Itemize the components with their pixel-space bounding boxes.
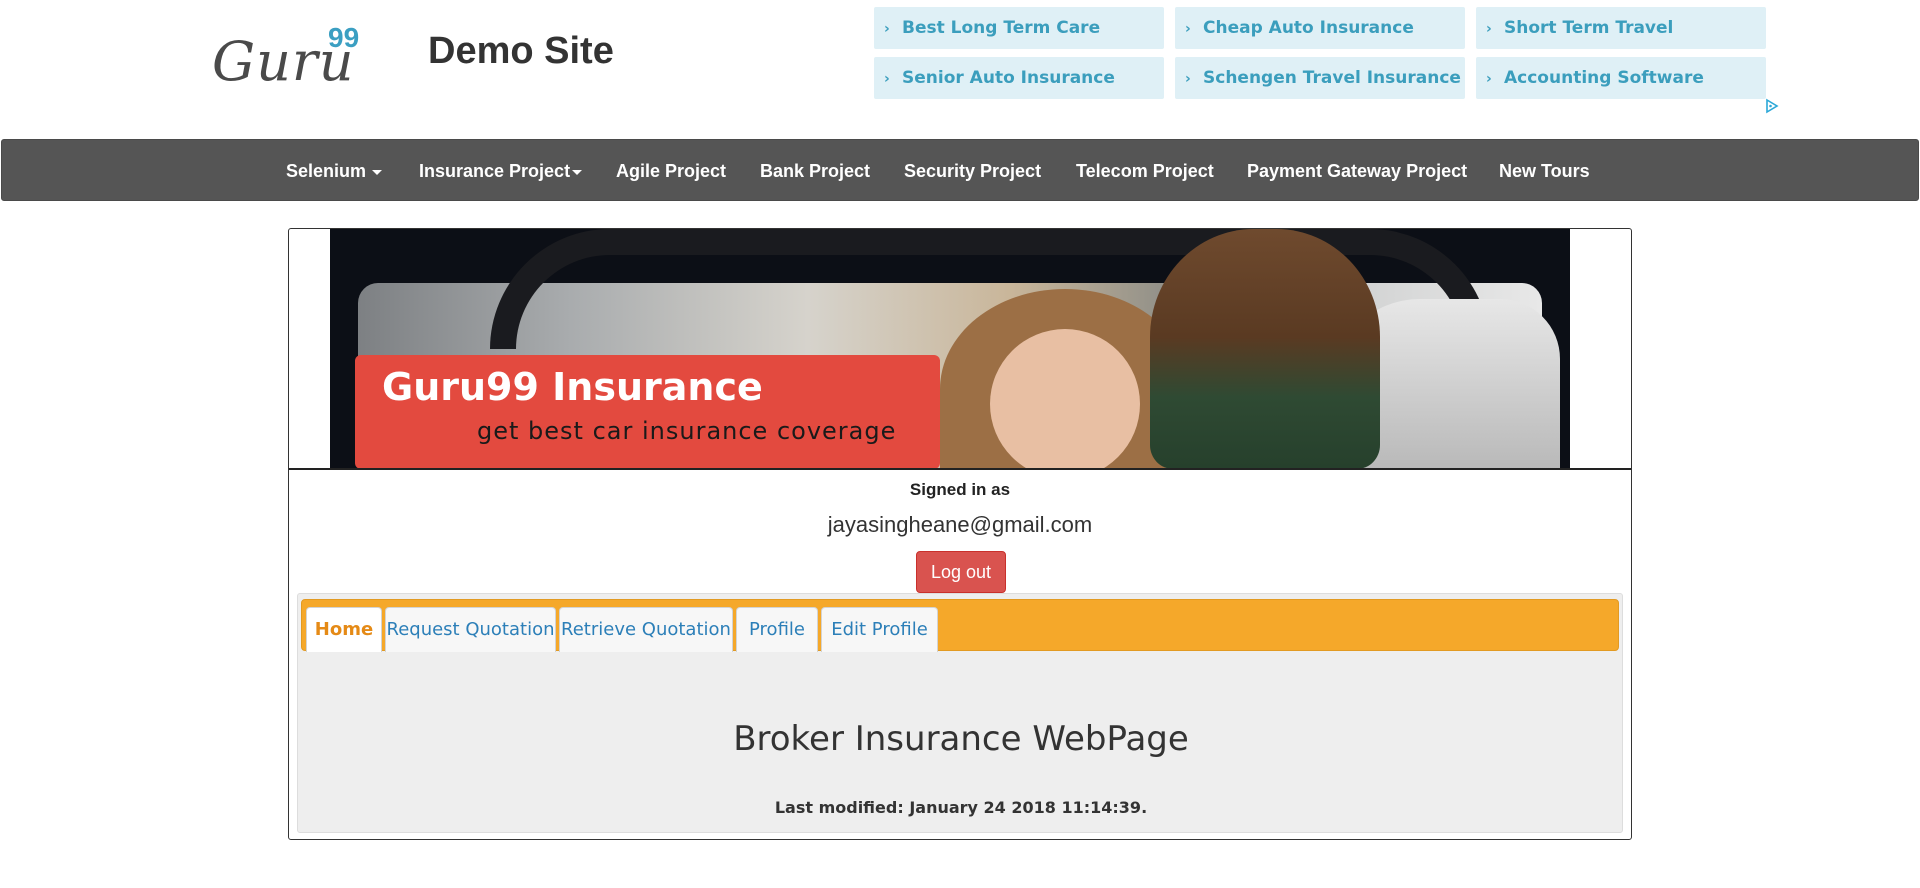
site-title: Demo Site: [428, 30, 614, 72]
ad-link[interactable]: › Short Term Travel: [1476, 7, 1766, 49]
woman-face: [990, 329, 1140, 469]
guru99-logo[interactable]: Guru 99: [212, 22, 362, 93]
ad-link[interactable]: › Schengen Travel Insurance: [1175, 57, 1465, 99]
banner-title: Guru99 Insurance: [382, 365, 763, 409]
logout-button[interactable]: Log out: [916, 551, 1006, 593]
tabs-panel: Home Request Quotation Retrieve Quotatio…: [297, 593, 1623, 833]
site-header: Guru 99 Demo Site › Best Long Term Care ›…: [0, 0, 1920, 138]
ad-link[interactable]: › Cheap Auto Insurance: [1175, 7, 1465, 49]
ad-link[interactable]: › Best Long Term Care: [874, 7, 1164, 49]
chevron-right-icon: ›: [1486, 71, 1492, 87]
nav-item-selenium[interactable]: Selenium: [286, 140, 383, 202]
main-navbar: Selenium Insurance Project Agile Project…: [1, 139, 1919, 201]
logo-superscript: 99: [328, 22, 360, 53]
caret-down-icon: [572, 169, 583, 175]
man-figure: [1150, 229, 1380, 469]
nav-item-payment-gateway-project[interactable]: Payment Gateway Project: [1247, 140, 1467, 202]
nav-item-new-tours[interactable]: New Tours: [1499, 140, 1590, 202]
chevron-right-icon: ›: [884, 71, 890, 87]
ad-link-label: Best Long Term Care: [902, 18, 1101, 38]
ad-link-label: Accounting Software: [1504, 68, 1704, 88]
caret-down-icon: [372, 169, 383, 175]
adchoices-icon[interactable]: [1764, 98, 1780, 114]
chevron-right-icon: ›: [884, 21, 890, 37]
tab-retrieve-quotation[interactable]: Retrieve Quotation: [559, 607, 733, 652]
insurance-banner: Guru99 Insurance get best car insurance …: [330, 229, 1570, 469]
page-heading: Broker Insurance WebPage: [733, 719, 1189, 759]
nav-item-label: Insurance Project: [419, 161, 571, 181]
last-modified-text: Last modified: January 24 2018 11:14:39.: [774, 798, 1148, 817]
nav-item-telecom-project[interactable]: Telecom Project: [1076, 140, 1214, 202]
tab-edit-profile[interactable]: Edit Profile: [821, 607, 938, 652]
chevron-right-icon: ›: [1486, 21, 1492, 37]
nav-item-agile-project[interactable]: Agile Project: [616, 140, 726, 202]
ad-link-label: Senior Auto Insurance: [902, 68, 1115, 88]
tab-request-quotation[interactable]: Request Quotation: [385, 607, 556, 652]
tab-bar: Home Request Quotation Retrieve Quotatio…: [301, 599, 1619, 652]
chevron-right-icon: ›: [1185, 71, 1191, 87]
tab-profile[interactable]: Profile: [736, 607, 818, 652]
nav-item-security-project[interactable]: Security Project: [904, 140, 1041, 202]
ad-link[interactable]: › Senior Auto Insurance: [874, 57, 1164, 99]
tab-home[interactable]: Home: [306, 607, 382, 652]
nav-item-insurance-project[interactable]: Insurance Project: [419, 140, 583, 202]
chevron-right-icon: ›: [1185, 21, 1191, 37]
user-email: jayasingheane@gmail.com: [827, 512, 1093, 537]
main-content: Guru99 Insurance get best car insurance …: [288, 228, 1632, 840]
ad-link-label: Short Term Travel: [1504, 18, 1674, 38]
nav-item-label: Selenium: [286, 161, 367, 181]
ad-link-label: Cheap Auto Insurance: [1203, 18, 1414, 38]
ad-link-label: Schengen Travel Insurance: [1203, 68, 1461, 88]
banner-divider: [289, 468, 1631, 470]
signed-in-label: Signed in as: [909, 480, 1011, 499]
nav-item-bank-project[interactable]: Bank Project: [760, 140, 870, 202]
banner-subtitle: get best car insurance coverage: [477, 417, 897, 445]
ad-links-panel: › Best Long Term Care › Cheap Auto Insuran…: [874, 7, 1766, 99]
ad-link[interactable]: › Accounting Software: [1476, 57, 1766, 99]
